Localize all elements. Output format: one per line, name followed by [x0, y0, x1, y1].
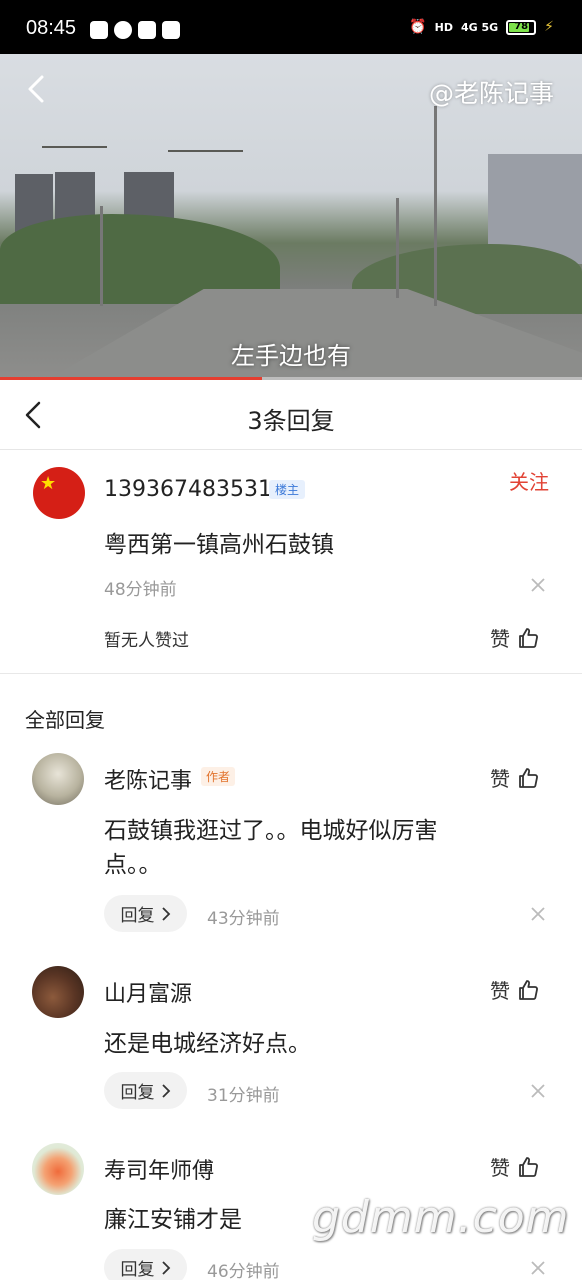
avatar[interactable] [32, 1143, 84, 1195]
street-lamp [434, 106, 437, 306]
comment-text-continued: 点。。 [104, 852, 162, 878]
comment-text: 粤西第一镇高州石鼓镇 [104, 532, 334, 558]
reply-button[interactable]: 回复 [104, 895, 187, 932]
chevron-right-icon [161, 906, 170, 921]
page-title: 3条回复 [247, 407, 335, 435]
like-label: 赞 [490, 1156, 510, 1180]
comment-text: 石鼓镇我逛过了。。电城好似厉害 [104, 818, 438, 844]
thumbs-up-icon [519, 979, 538, 1000]
section-title: 全部回复 [25, 708, 105, 732]
star-icon: ★ [40, 473, 57, 494]
like-label: 赞 [490, 767, 510, 791]
status-time: 08:45 [26, 17, 77, 39]
avatar[interactable] [32, 753, 84, 805]
battery-icon: 78 [506, 19, 537, 35]
video-player[interactable]: @老陈记事 左手边也有 [0, 54, 582, 380]
video-watermark: @老陈记事 [428, 79, 554, 108]
username[interactable]: 老陈记事 [104, 763, 192, 795]
chevron-right-icon [161, 1260, 170, 1275]
app-notification-icon [90, 21, 108, 39]
thumbs-up-icon [519, 627, 538, 648]
status-bar: 08:45 ⏰ HD 4G 5G 78 ⚡ [0, 0, 582, 54]
reply-label: 回复 [120, 1260, 155, 1280]
username[interactable]: 139367483531 [104, 477, 272, 502]
like-label: 赞 [490, 627, 510, 651]
street-lamp [100, 206, 103, 306]
comment-time: 43分钟前 [207, 909, 280, 929]
likes-summary: 暂无人赞过 [104, 631, 189, 651]
crane [168, 150, 243, 152]
crane [42, 146, 107, 148]
like-button[interactable]: 赞 [490, 763, 540, 792]
compass-icon [114, 21, 132, 39]
reply-label: 回复 [120, 906, 155, 926]
network-label: 4G 5G [460, 20, 499, 34]
close-icon[interactable] [530, 577, 546, 593]
status-right: ⏰ HD 4G 5G 78 ⚡ [409, 19, 554, 35]
street-lamp [396, 198, 399, 298]
username[interactable]: 山月富源 [104, 976, 192, 1008]
like-button[interactable]: 赞 [490, 1152, 540, 1181]
reply-label: 回复 [120, 1083, 155, 1103]
close-icon[interactable] [530, 906, 546, 922]
comment-time: 31分钟前 [207, 1086, 280, 1106]
site-watermark: gdmm.com [312, 1192, 570, 1243]
hd-icon: HD [434, 20, 453, 34]
alarm-icon: ⏰ [409, 19, 427, 35]
comment-time: 48分钟前 [104, 580, 177, 600]
like-button[interactable]: 赞 [490, 623, 540, 652]
author-badge: 作者 [201, 767, 236, 786]
username[interactable]: 寿司年师傅 [104, 1153, 214, 1185]
thumbs-up-icon [519, 767, 538, 788]
divider [0, 673, 582, 674]
like-button[interactable]: 赞 [490, 975, 540, 1004]
like-label: 赞 [490, 979, 510, 1003]
avatar[interactable]: ★ [33, 467, 85, 519]
video-back-icon[interactable] [22, 74, 52, 104]
avatar[interactable] [32, 966, 84, 1018]
comment-text: 还是电城经济好点。 [104, 1031, 311, 1057]
comment-text: 廉江安铺才是 [104, 1207, 242, 1233]
reply-button[interactable]: 回复 [104, 1249, 187, 1280]
host-badge: 楼主 [269, 480, 306, 499]
thumbs-up-icon [519, 1156, 538, 1177]
charging-icon: ⚡ [544, 19, 554, 35]
battery-level: 78 [514, 20, 529, 32]
close-icon[interactable] [530, 1083, 546, 1099]
replies-header: 3条回复 [0, 380, 582, 450]
chevron-right-icon [161, 1083, 170, 1098]
video-subtitle: 左手边也有 [231, 342, 351, 370]
close-icon[interactable] [530, 1260, 546, 1276]
reply-button[interactable]: 回复 [104, 1072, 187, 1109]
map-pin-icon [138, 21, 156, 39]
news-icon [162, 21, 180, 39]
follow-button[interactable]: 关注 [509, 466, 549, 495]
comment-time: 46分钟前 [207, 1262, 280, 1280]
